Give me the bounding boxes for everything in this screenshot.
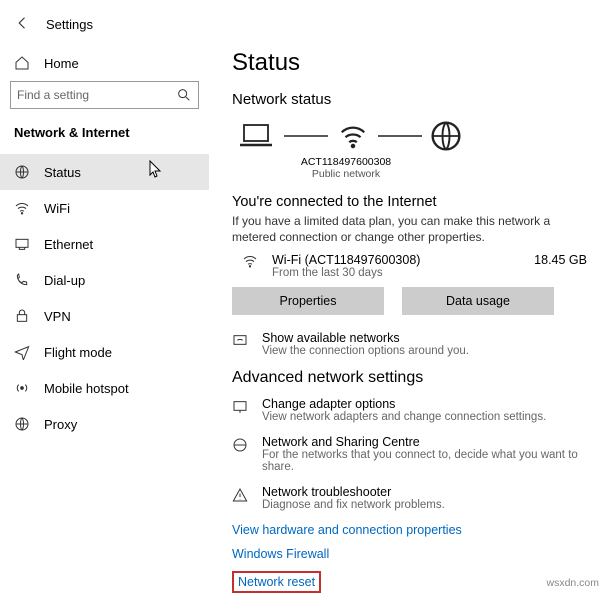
sidebar-item-label: Status xyxy=(44,165,81,180)
vpn-icon xyxy=(14,308,30,324)
sidebar-heading: Network & Internet xyxy=(0,125,209,154)
trouble-title: Network troubleshooter xyxy=(262,485,445,499)
home-icon xyxy=(14,55,30,71)
laptop-icon xyxy=(236,121,276,151)
diagram-ssid: ACT118497600308 xyxy=(286,156,406,168)
wifi-icon xyxy=(242,253,258,269)
proxy-icon xyxy=(14,416,30,432)
airplane-icon xyxy=(14,344,30,360)
sidebar-item-vpn[interactable]: VPN xyxy=(0,298,209,334)
home-nav[interactable]: Home xyxy=(0,49,209,81)
data-usage-button[interactable]: Data usage xyxy=(402,287,554,315)
adapter-sub: View network adapters and change connect… xyxy=(262,411,546,423)
search-input[interactable]: Find a setting xyxy=(10,81,199,109)
network-diagram xyxy=(236,120,591,152)
globe-icon xyxy=(430,120,462,152)
sidebar-item-label: Proxy xyxy=(44,417,77,432)
watermark: wsxdn.com xyxy=(546,577,599,589)
connected-heading: You're connected to the Internet xyxy=(232,194,595,210)
window-title: Settings xyxy=(46,17,93,32)
wifi-monitor-icon xyxy=(232,333,248,349)
show-networks-option[interactable]: Show available networks View the connect… xyxy=(232,331,595,357)
sidebar-item-label: WiFi xyxy=(44,201,70,216)
sidebar-item-dialup[interactable]: Dial-up xyxy=(0,262,209,298)
properties-button[interactable]: Properties xyxy=(232,287,384,315)
adapter-title: Change adapter options xyxy=(262,397,546,411)
sidebar-item-label: Dial-up xyxy=(44,273,85,288)
network-reset-link[interactable]: Network reset xyxy=(232,571,321,593)
wifi-icon xyxy=(14,200,30,216)
sidebar-item-flight[interactable]: Flight mode xyxy=(0,334,209,370)
advanced-heading: Advanced network settings xyxy=(232,369,595,387)
sidebar-item-label: Flight mode xyxy=(44,345,112,360)
connection-row: Wi-Fi (ACT118497600308) From the last 30… xyxy=(232,253,595,279)
sidebar-item-label: VPN xyxy=(44,309,71,324)
sidebar-item-ethernet[interactable]: Ethernet xyxy=(0,226,209,262)
adapter-option[interactable]: Change adapter options View network adap… xyxy=(232,397,595,423)
show-networks-title: Show available networks xyxy=(262,331,469,345)
troubleshooter-option[interactable]: Network troubleshooter Diagnose and fix … xyxy=(232,485,595,511)
wifi-large-icon xyxy=(336,121,370,151)
dialup-icon xyxy=(14,272,30,288)
link-line-icon xyxy=(284,133,328,139)
search-icon xyxy=(176,87,192,103)
sharing-title: Network and Sharing Centre xyxy=(262,435,595,449)
back-button[interactable] xyxy=(14,14,32,35)
sidebar-item-status[interactable]: Status xyxy=(0,154,209,190)
adapter-icon xyxy=(232,399,248,415)
hotspot-icon xyxy=(14,380,30,396)
sharing-sub: For the networks that you connect to, de… xyxy=(262,449,595,473)
sidebar-item-wifi[interactable]: WiFi xyxy=(0,190,209,226)
connected-desc: If you have a limited data plan, you can… xyxy=(232,213,572,245)
diagram-net-type: Public network xyxy=(286,168,406,180)
main-content: Status Network status ACT118497600308 Pu… xyxy=(210,41,605,596)
firewall-link[interactable]: Windows Firewall xyxy=(232,547,595,561)
ethernet-icon xyxy=(14,236,30,252)
cursor-icon xyxy=(149,160,163,181)
sharing-option[interactable]: Network and Sharing Centre For the netwo… xyxy=(232,435,595,473)
connection-name: Wi-Fi (ACT118497600308) xyxy=(272,253,420,267)
trouble-sub: Diagnose and fix network problems. xyxy=(262,499,445,511)
search-placeholder: Find a setting xyxy=(17,88,89,102)
home-label: Home xyxy=(44,56,79,71)
section-network-status: Network status xyxy=(232,91,595,108)
link-line-icon xyxy=(378,133,422,139)
warning-icon xyxy=(232,487,248,503)
sidebar: Home Find a setting Network & Internet S… xyxy=(0,41,210,596)
sharing-icon xyxy=(232,437,248,453)
status-icon xyxy=(14,164,30,180)
page-title: Status xyxy=(232,49,595,77)
show-networks-sub: View the connection options around you. xyxy=(262,345,469,357)
sidebar-item-proxy[interactable]: Proxy xyxy=(0,406,209,442)
hardware-link[interactable]: View hardware and connection properties xyxy=(232,523,595,537)
connection-sub: From the last 30 days xyxy=(272,267,420,279)
sidebar-item-label: Ethernet xyxy=(44,237,93,252)
connection-usage: 18.45 GB xyxy=(534,253,595,267)
sidebar-item-hotspot[interactable]: Mobile hotspot xyxy=(0,370,209,406)
sidebar-item-label: Mobile hotspot xyxy=(44,381,129,396)
